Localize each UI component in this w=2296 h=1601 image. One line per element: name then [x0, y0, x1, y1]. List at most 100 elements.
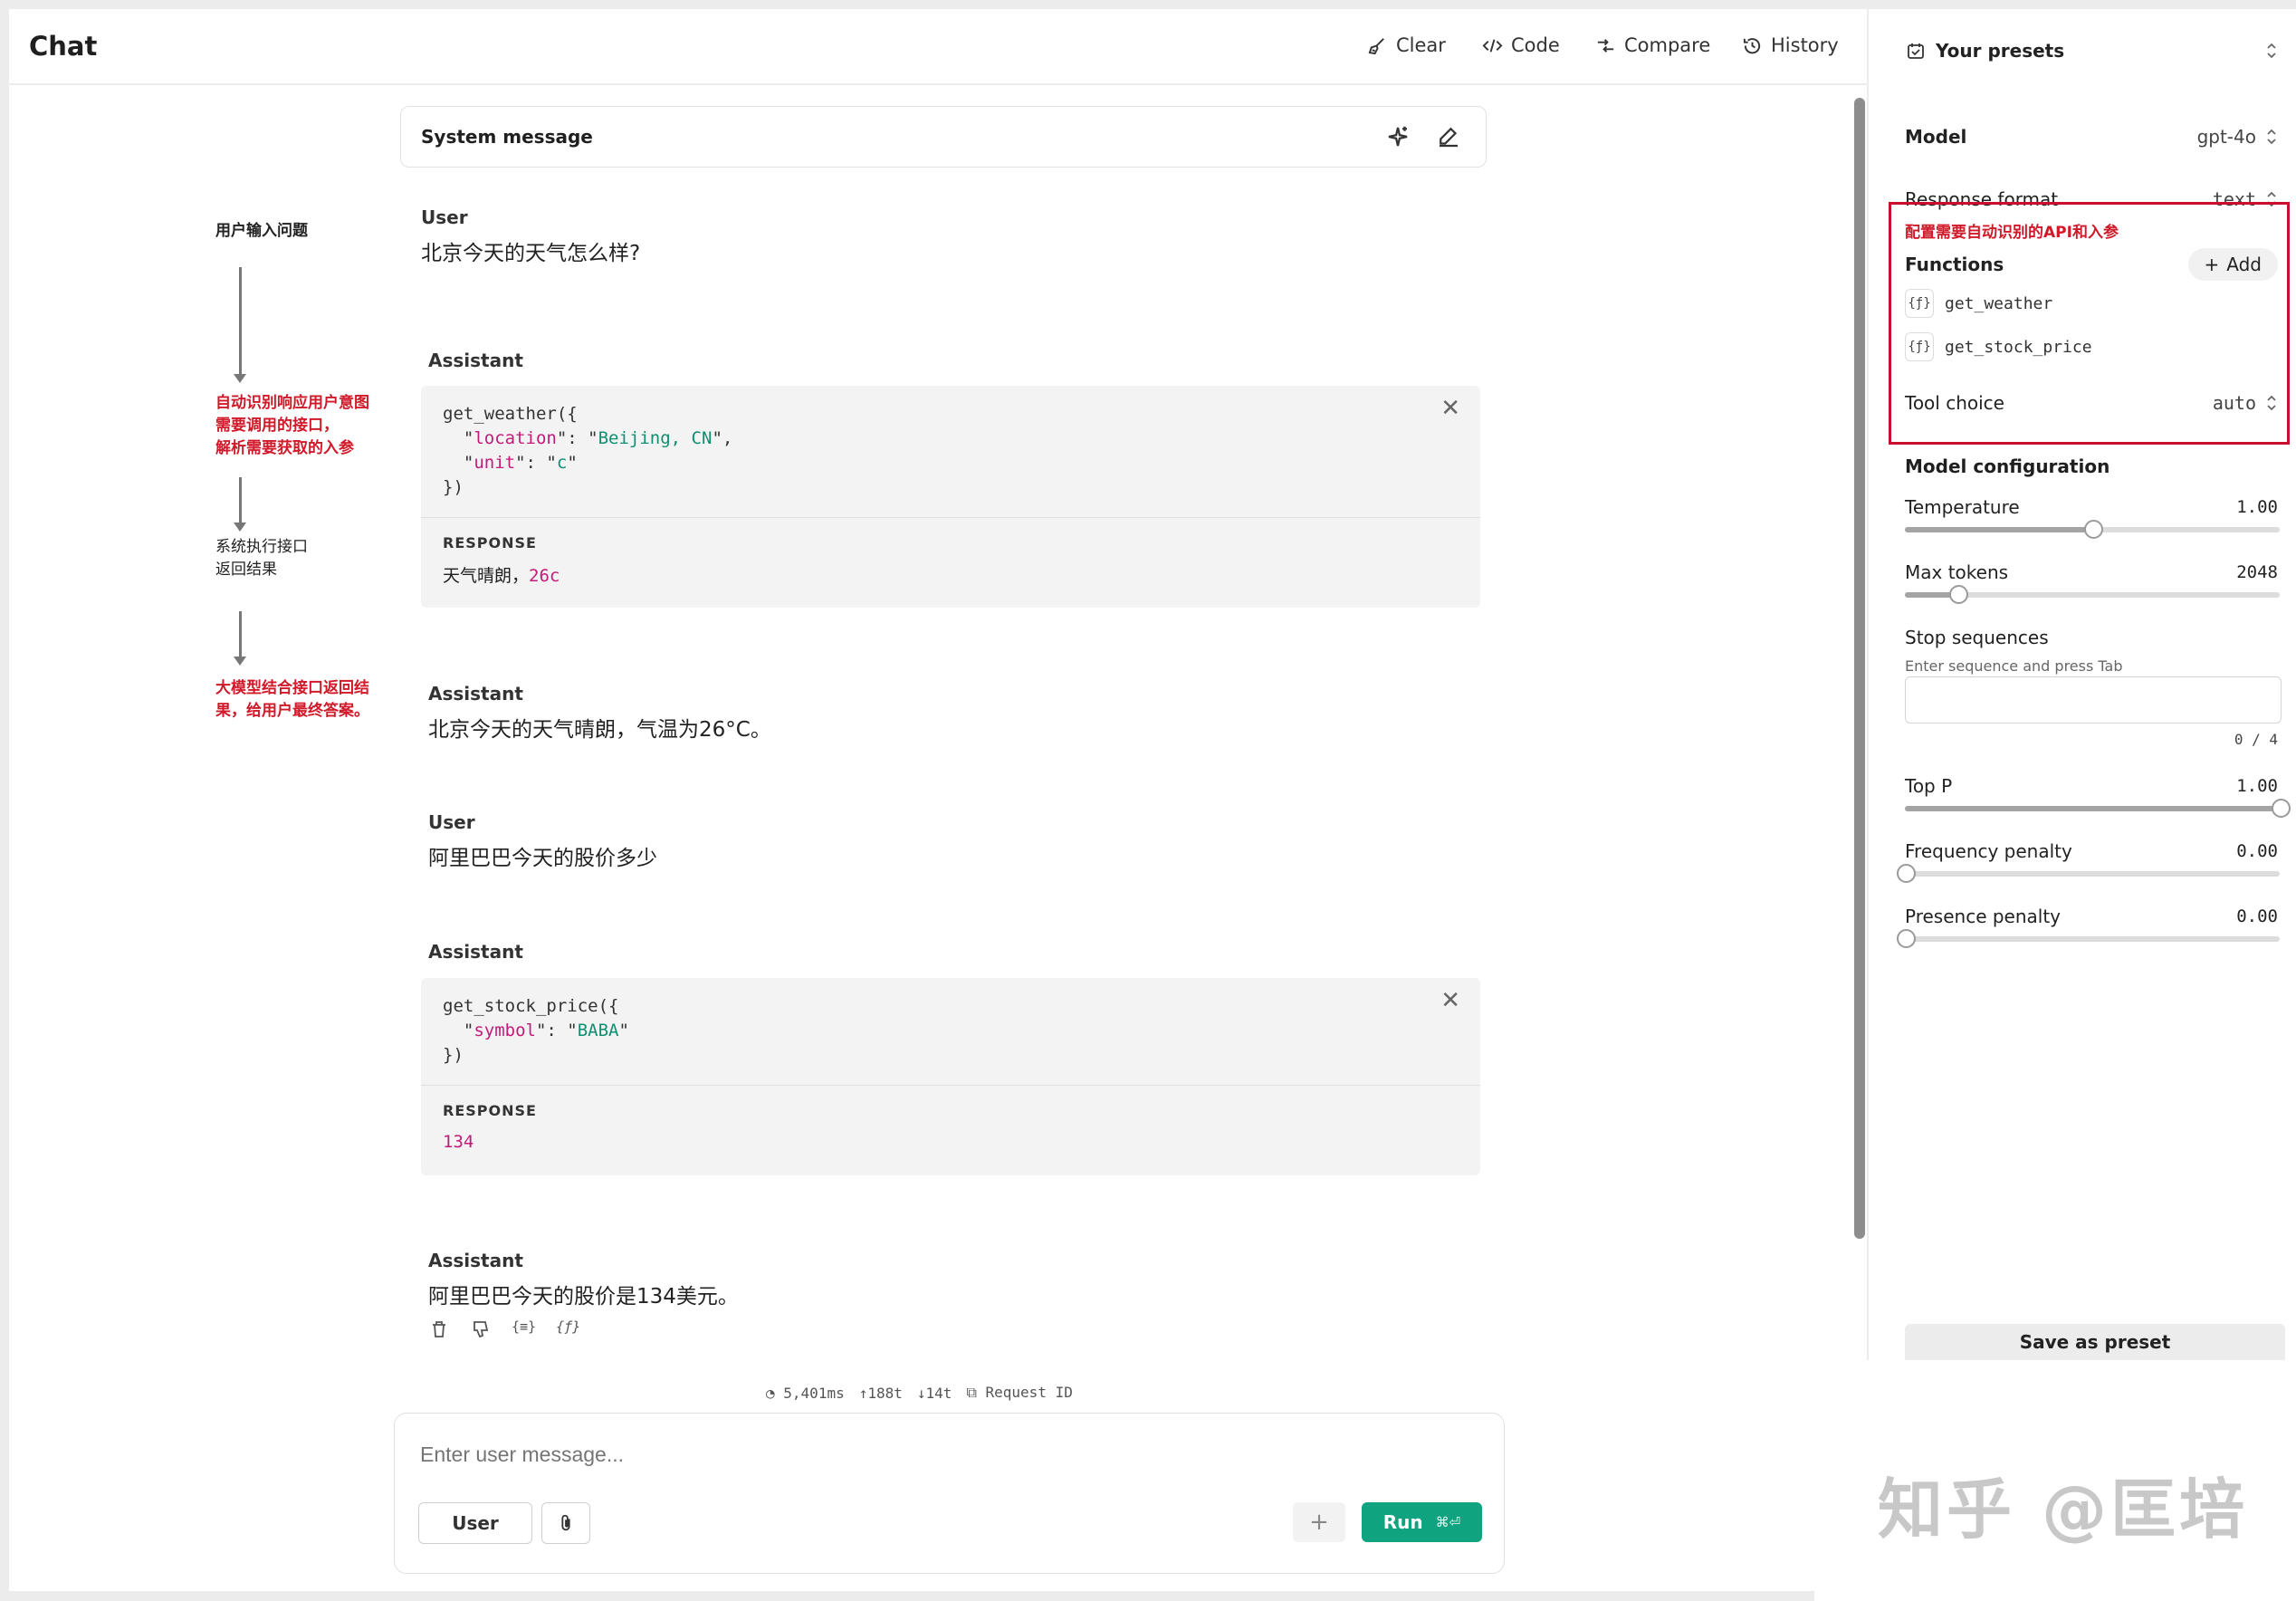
chevron-updown-icon — [2267, 43, 2276, 59]
function-call-block: get_stock_price({ "symbol": "BABA" }) ✕ … — [421, 978, 1480, 1175]
message-role: User — [421, 206, 468, 228]
frequency-penalty-label: Frequency penalty — [1905, 840, 2072, 862]
add-message-button[interactable]: + — [1293, 1502, 1345, 1542]
function-call-code[interactable]: get_stock_price({ "symbol": "BABA" }) — [443, 994, 629, 1068]
stop-sequences-count: 0 / 4 — [2234, 731, 2278, 748]
tokens-up-stat: ↑188t — [858, 1384, 903, 1402]
message-role: Assistant — [428, 350, 523, 371]
chat-scrollbar[interactable] — [1851, 91, 1867, 1367]
temperature-row: Temperature 1.00 — [1905, 496, 2278, 518]
request-id-button[interactable]: ⧉ Request ID — [966, 1384, 1072, 1402]
top-bar: Chat Clear Code Compare History — [9, 9, 1867, 85]
tokens-down-stat: ↓14t — [916, 1384, 952, 1402]
annotation-answer: 大模型结合接口返回结 果，给用户最终答案。 — [215, 679, 369, 720]
message-text[interactable]: 阿里巴巴今天的股价多少 — [428, 840, 657, 871]
thumbs-down-icon[interactable] — [470, 1318, 492, 1340]
model-config-heading: Model configuration — [1905, 455, 2110, 477]
slider-thumb[interactable] — [2272, 799, 2291, 818]
max-tokens-row: Max tokens 2048 — [1905, 561, 2278, 583]
annotation-highlight-box — [1889, 202, 2290, 445]
flow-arrow — [234, 267, 246, 383]
stop-sequences-input[interactable] — [1905, 676, 2282, 724]
top-p-label: Top P — [1905, 775, 1953, 797]
slider-thumb[interactable] — [2084, 520, 2103, 539]
temperature-value[interactable]: 1.00 — [2236, 497, 2278, 517]
arrow-up-icon: ↑ — [858, 1384, 868, 1402]
code-label: Code — [1511, 34, 1560, 56]
max-tokens-value[interactable]: 2048 — [2236, 562, 2278, 582]
arrow-down-icon: ↓ — [916, 1384, 926, 1402]
presence-penalty-value[interactable]: 0.00 — [2236, 906, 2278, 926]
page-title: Chat — [29, 31, 98, 62]
role-toggle-button[interactable]: User — [418, 1502, 532, 1544]
edit-icon[interactable] — [1435, 123, 1462, 150]
max-tokens-slider[interactable] — [1905, 585, 2280, 604]
trash-icon[interactable] — [428, 1318, 450, 1340]
function-icon[interactable]: {ƒ} — [556, 1318, 580, 1340]
message-text[interactable]: 阿里巴巴今天的股价是134美元。 — [428, 1279, 739, 1309]
latency-stat: ◔ 5,401ms — [766, 1384, 845, 1402]
save-preset-button[interactable]: Save as preset — [1905, 1324, 2285, 1360]
history-icon — [1743, 37, 1761, 53]
flow-arrow — [234, 477, 246, 532]
attach-button[interactable] — [541, 1502, 590, 1544]
message-actions: {≡} {ƒ} — [428, 1318, 580, 1340]
message-role: Assistant — [428, 683, 523, 705]
watermark: 知乎 @匡培 — [1878, 1472, 2249, 1548]
run-shortcut: ⌘⏎ — [1435, 1514, 1461, 1530]
presets-icon — [1908, 43, 1924, 59]
system-message[interactable]: System message — [400, 106, 1487, 168]
message-text[interactable]: 北京今天的天气怎么样? — [421, 235, 640, 266]
message-role: Assistant — [428, 1250, 523, 1271]
top-p-value[interactable]: 1.00 — [2236, 776, 2278, 796]
temperature-label: Temperature — [1905, 496, 2020, 518]
code-icon — [1482, 39, 1503, 52]
function-call-code[interactable]: get_weather({ "location": "Beijing, CN",… — [443, 402, 732, 500]
plus-icon: + — [1309, 1509, 1329, 1536]
history-button[interactable]: History — [1742, 34, 1839, 56]
presence-penalty-label: Presence penalty — [1905, 906, 2062, 927]
close-icon[interactable]: ✕ — [1440, 987, 1460, 1014]
divider — [421, 517, 1480, 518]
message-role: Assistant — [428, 941, 523, 963]
frequency-penalty-value[interactable]: 0.00 — [2236, 841, 2278, 861]
system-message-label: System message — [421, 126, 593, 148]
message-text[interactable]: 北京今天的天气晴朗，气温为26°C。 — [428, 712, 771, 743]
annotation-intent: 自动识别响应用户意图 需要调用的接口， 解析需要获取的入参 — [215, 394, 369, 457]
stop-sequences-hint: Enter sequence and press Tab — [1905, 657, 2123, 675]
sparkle-icon[interactable] — [1384, 123, 1411, 150]
copy-icon: ⧉ — [966, 1384, 977, 1401]
chevron-updown-icon — [2267, 129, 2276, 145]
run-button[interactable]: Run ⌘⏎ — [1362, 1502, 1482, 1542]
function-response[interactable]: 134 — [443, 1132, 474, 1152]
compare-icon — [1597, 38, 1614, 53]
close-icon[interactable]: ✕ — [1440, 395, 1460, 422]
presence-penalty-slider[interactable] — [1897, 929, 2280, 948]
gauge-icon: ◔ — [766, 1384, 775, 1402]
annotation-execute: 系统执行接口 返回结果 — [215, 538, 308, 579]
run-label: Run — [1382, 1511, 1423, 1533]
message-role: User — [428, 811, 475, 833]
function-call-block: get_weather({ "location": "Beijing, CN",… — [421, 386, 1480, 608]
slider-fill — [1905, 527, 2092, 532]
frequency-penalty-slider[interactable] — [1897, 864, 2280, 883]
top-p-slider[interactable] — [1905, 799, 2291, 818]
scrollbar-thumb[interactable] — [1854, 98, 1865, 1239]
slider-thumb[interactable] — [1948, 585, 1968, 604]
clear-button[interactable]: Clear — [1367, 34, 1446, 56]
temperature-slider[interactable] — [1905, 520, 2280, 539]
top-p-row: Top P 1.00 — [1905, 775, 2278, 797]
model-selector[interactable]: Model gpt-4o — [1905, 126, 2278, 148]
slider-thumb[interactable] — [1897, 864, 1916, 883]
slider-thumb[interactable] — [1897, 929, 1916, 948]
message-composer: User + Run ⌘⏎ — [394, 1413, 1505, 1574]
watermark-area: 知乎 @匡培 — [1814, 1366, 2296, 1601]
compare-button[interactable]: Compare — [1595, 34, 1710, 56]
slider-fill — [1905, 806, 2280, 811]
presets-selector[interactable]: Your presets — [1905, 40, 2278, 62]
json-icon[interactable]: {≡} — [512, 1318, 536, 1340]
code-button[interactable]: Code — [1482, 34, 1560, 56]
message-input[interactable] — [418, 1435, 1472, 1473]
divider — [421, 1085, 1480, 1086]
function-response[interactable]: 天气晴朗，26c — [443, 562, 560, 587]
